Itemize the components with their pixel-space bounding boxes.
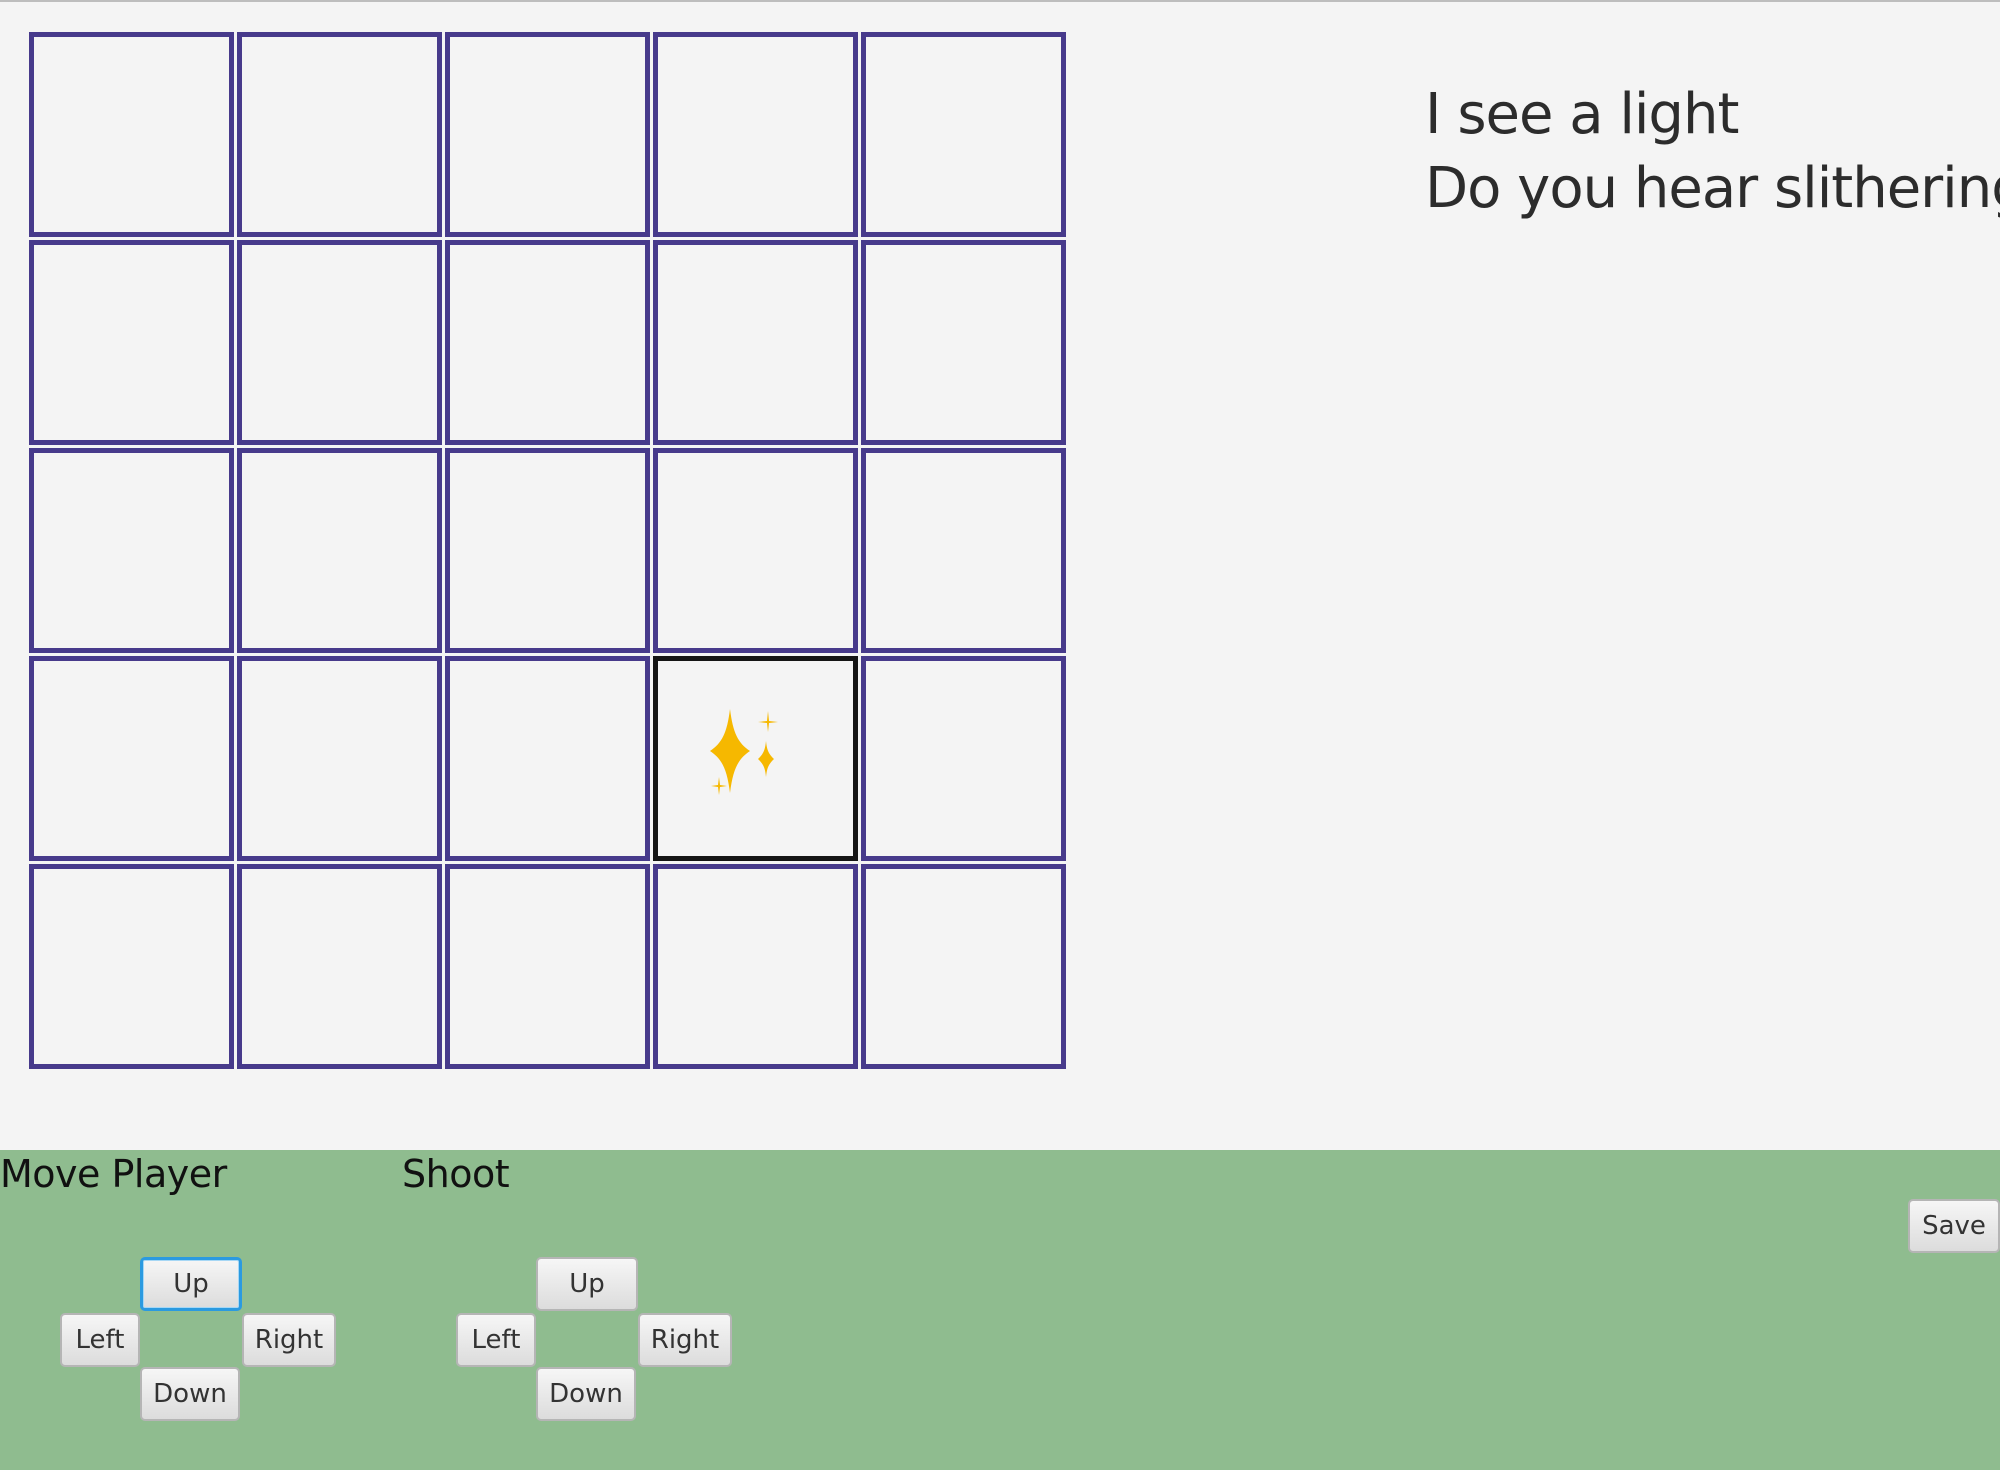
message-line-light: I see a light — [1425, 82, 1739, 147]
move-up-button[interactable]: Up — [140, 1257, 242, 1311]
board-cell-r4-c5 — [861, 656, 1066, 861]
board-cell-r4-c2 — [237, 656, 442, 861]
game-board — [29, 32, 1070, 1073]
board-cell-r3-c2 — [237, 448, 442, 653]
board-cell-current — [653, 656, 858, 861]
save-button[interactable]: Save — [1908, 1199, 2000, 1253]
message-line-slithering: Do you hear slithering? — [1425, 156, 2000, 221]
message-area: I see a light Do you hear slithering? — [1425, 78, 2000, 226]
board-cell-r1-c3 — [445, 32, 650, 237]
board-cell-r2-c5 — [861, 240, 1066, 445]
board-cell-r2-c1 — [29, 240, 234, 445]
board-cell-r5-c2 — [237, 864, 442, 1069]
shoot-up-button[interactable]: Up — [536, 1257, 638, 1311]
game-window: I see a light Do you hear slithering? Mo… — [0, 0, 2000, 1470]
board-cell-r3-c3 — [445, 448, 650, 653]
board-cell-r4-c1 — [29, 656, 234, 861]
board-cell-r5-c4 — [653, 864, 858, 1069]
board-cell-r5-c5 — [861, 864, 1066, 1069]
board-cell-r2-c3 — [445, 240, 650, 445]
board-cell-r2-c2 — [237, 240, 442, 445]
board-cell-r4-c3 — [445, 656, 650, 861]
move-player-heading: Move Player — [0, 1152, 227, 1196]
shoot-heading: Shoot — [402, 1152, 510, 1196]
board-cell-r1-c2 — [237, 32, 442, 237]
control-panel — [0, 1150, 2000, 1470]
board-cell-r5-c3 — [445, 864, 650, 1069]
window-top-border — [0, 0, 2000, 2]
move-down-button[interactable]: Down — [140, 1367, 240, 1421]
move-right-button[interactable]: Right — [242, 1313, 336, 1367]
shoot-left-button[interactable]: Left — [456, 1313, 536, 1367]
board-cell-r1-c1 — [29, 32, 234, 237]
move-left-button[interactable]: Left — [60, 1313, 140, 1367]
shoot-down-button[interactable]: Down — [536, 1367, 636, 1421]
board-cell-r3-c1 — [29, 448, 234, 653]
board-cell-r1-c5 — [861, 32, 1066, 237]
board-cell-r2-c4 — [653, 240, 858, 445]
sparkle-icon — [706, 701, 786, 815]
board-cell-r1-c4 — [653, 32, 858, 237]
shoot-right-button[interactable]: Right — [638, 1313, 732, 1367]
board-cell-r3-c4 — [653, 448, 858, 653]
board-cell-r3-c5 — [861, 448, 1066, 653]
board-cell-r5-c1 — [29, 864, 234, 1069]
